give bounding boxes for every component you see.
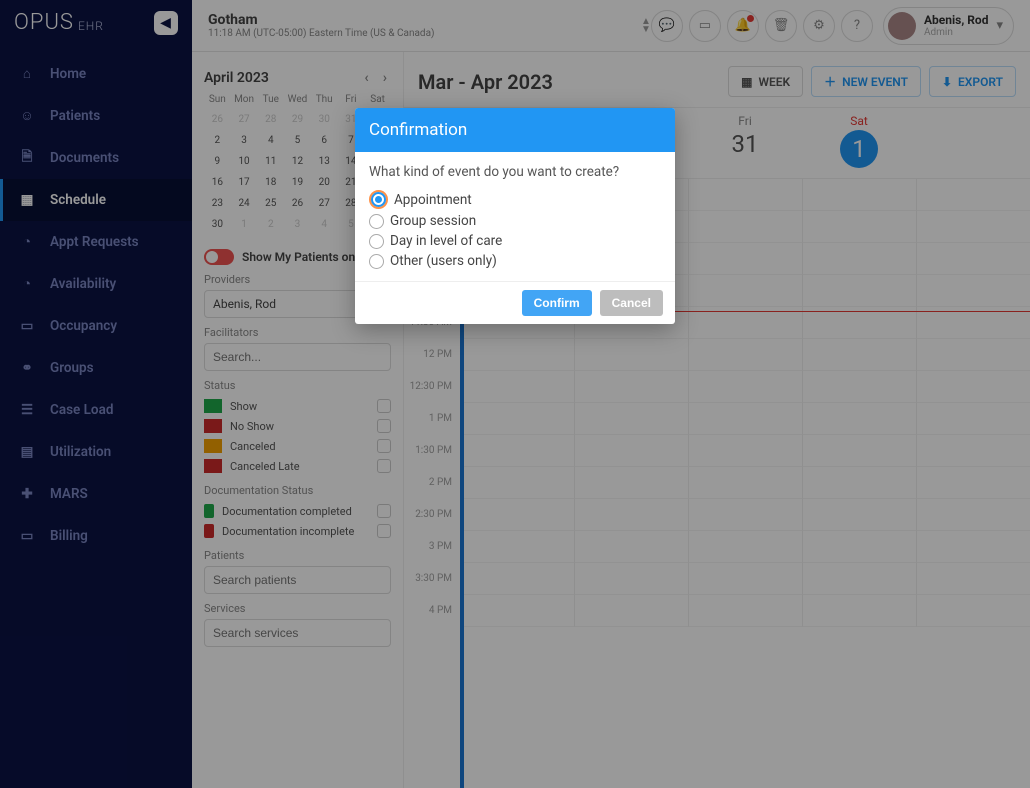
confirmation-modal: Confirmation What kind of event do you w… — [355, 108, 675, 324]
radio-icon — [371, 192, 386, 207]
confirm-button[interactable]: Confirm — [522, 290, 592, 316]
radio-group-session[interactable]: Group session — [369, 213, 661, 229]
radio-icon — [369, 214, 384, 229]
radio-appointment[interactable]: Appointment — [369, 190, 661, 209]
modal-footer: Confirm Cancel — [355, 281, 675, 324]
modal-overlay[interactable]: Confirmation What kind of event do you w… — [0, 0, 1030, 788]
radio-day-in-level[interactable]: Day in level of care — [369, 233, 661, 249]
radio-label: Appointment — [394, 192, 472, 208]
radio-label: Group session — [390, 213, 476, 229]
modal-question: What kind of event do you want to create… — [369, 164, 661, 180]
modal-title: Confirmation — [355, 108, 675, 152]
radio-label: Other (users only) — [390, 253, 497, 269]
radio-other[interactable]: Other (users only) — [369, 253, 661, 269]
radio-icon — [369, 234, 384, 249]
modal-body: What kind of event do you want to create… — [355, 152, 675, 281]
radio-label: Day in level of care — [390, 233, 502, 249]
radio-icon — [369, 254, 384, 269]
cancel-button[interactable]: Cancel — [600, 290, 663, 316]
